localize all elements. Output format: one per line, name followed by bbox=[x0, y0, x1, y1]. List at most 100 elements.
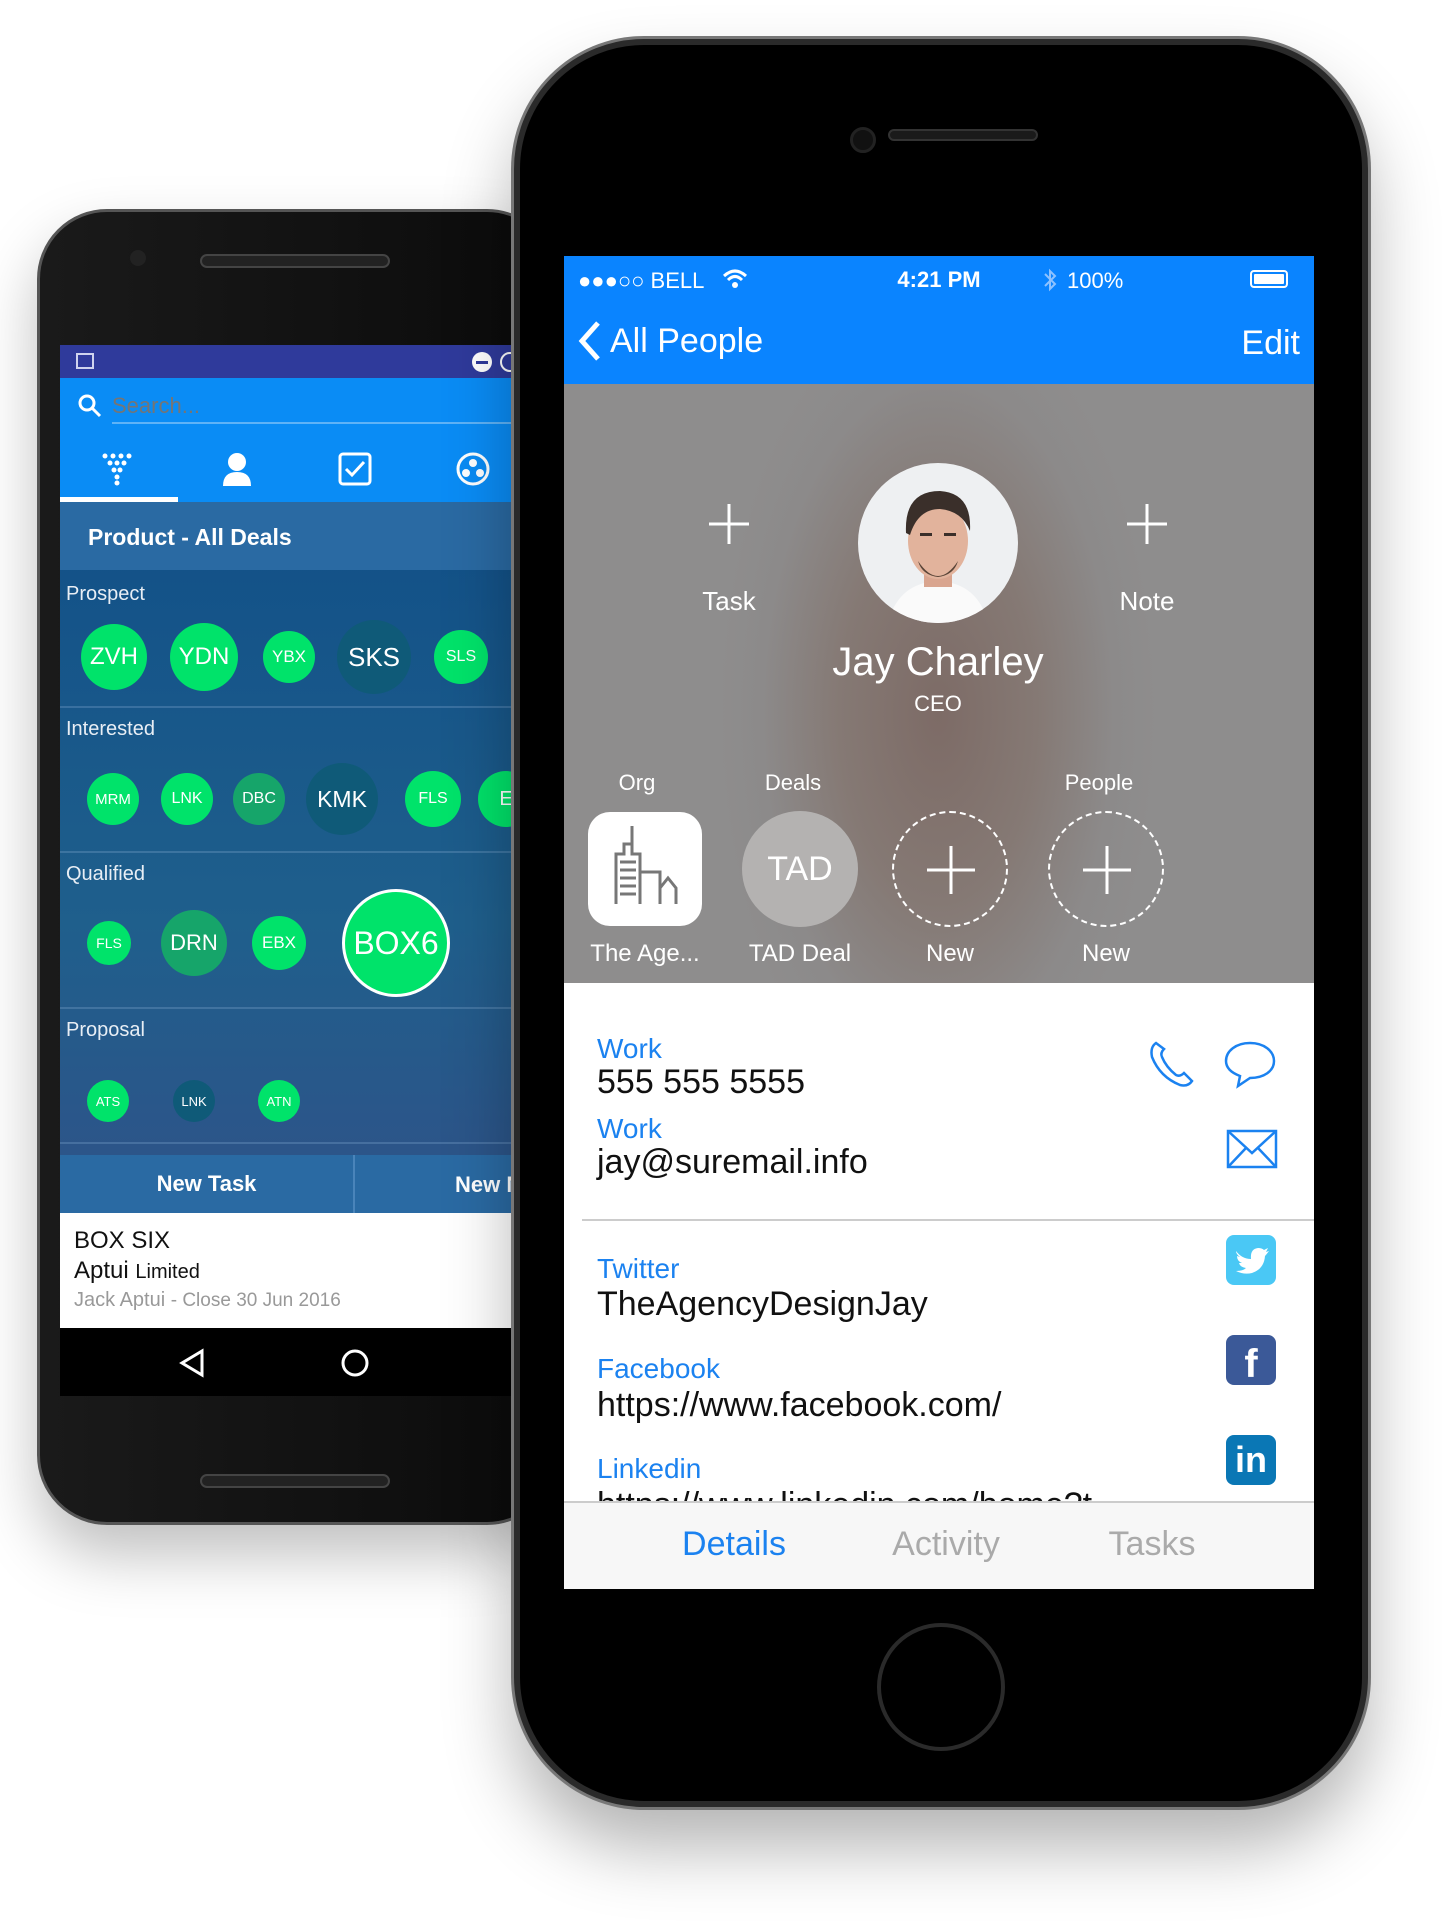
checkbox-icon bbox=[338, 452, 372, 485]
tab-people[interactable] bbox=[178, 435, 296, 502]
stage-label: Interested bbox=[66, 718, 155, 740]
back-button[interactable]: All People bbox=[576, 320, 763, 362]
deal-tile[interactable]: TAD bbox=[742, 811, 858, 927]
plus-icon bbox=[927, 846, 975, 894]
deal-chip[interactable]: LNK bbox=[173, 1080, 215, 1122]
ios-status-bar: ●●●○○ BELL 4:21 PM 100% bbox=[564, 256, 1314, 304]
search-icon bbox=[78, 394, 102, 418]
linkedin-label: Linkedin bbox=[597, 1453, 702, 1484]
new-task-button[interactable]: New Task bbox=[60, 1155, 355, 1213]
phone-label: Work bbox=[597, 1033, 662, 1064]
facebook-icon[interactable]: f bbox=[1226, 1335, 1276, 1385]
avatar[interactable] bbox=[858, 463, 1018, 623]
tab-details[interactable]: Details bbox=[682, 1525, 786, 1564]
search-bar[interactable] bbox=[60, 378, 520, 435]
deal-chip[interactable]: MRM bbox=[87, 773, 139, 825]
tab-deals[interactable] bbox=[60, 435, 178, 502]
pipeline-title: Product - All Deals bbox=[60, 502, 520, 570]
tab-groups[interactable] bbox=[414, 435, 520, 502]
details-list: Work 555 555 5555 Work jay@suremail.info… bbox=[564, 983, 1314, 1524]
edit-button[interactable]: Edit bbox=[1241, 324, 1300, 363]
mail-icon[interactable] bbox=[1226, 1129, 1278, 1169]
linkedin-icon[interactable]: in bbox=[1226, 1435, 1276, 1485]
phone-icon[interactable] bbox=[1148, 1039, 1194, 1089]
android-status-bar bbox=[60, 345, 520, 378]
deals-header: Deals bbox=[764, 770, 822, 795]
stage-label: Prospect bbox=[66, 583, 145, 605]
home-button[interactable] bbox=[877, 1623, 1005, 1751]
plus-icon bbox=[1127, 504, 1167, 544]
camera bbox=[130, 250, 146, 266]
deal-chip[interactable]: SLS bbox=[434, 630, 488, 684]
email-value[interactable]: jay@suremail.info bbox=[597, 1143, 868, 1182]
add-note-button[interactable] bbox=[1127, 504, 1167, 544]
message-icon[interactable] bbox=[1224, 1039, 1276, 1089]
deal-chip[interactable]: SKS bbox=[337, 620, 411, 694]
search-input[interactable] bbox=[112, 390, 512, 424]
group-icon bbox=[456, 452, 490, 485]
back-icon[interactable] bbox=[178, 1348, 206, 1378]
back-label: All People bbox=[610, 321, 764, 360]
deal-chip[interactable]: FLS bbox=[87, 921, 131, 965]
chevron-left-icon bbox=[578, 321, 600, 361]
deal-chip[interactable]: ATS bbox=[87, 1080, 129, 1122]
person-icon bbox=[223, 452, 251, 486]
twitter-value[interactable]: TheAgencyDesignJay bbox=[597, 1285, 928, 1324]
deal-company: Aptui bbox=[74, 1257, 129, 1284]
deal-chip[interactable]: DRN bbox=[161, 910, 227, 976]
stage-divider bbox=[60, 1142, 520, 1144]
facebook-value[interactable]: https://www.facebook.com/ bbox=[597, 1386, 1001, 1425]
bluetooth-icon bbox=[1044, 268, 1057, 292]
new-deal-button[interactable] bbox=[892, 811, 1008, 927]
twitter-label: Twitter bbox=[597, 1253, 680, 1284]
new-note-button[interactable]: New N bbox=[455, 1172, 520, 1198]
tab-tasks[interactable]: Tasks bbox=[1109, 1525, 1196, 1564]
deal-chip[interactable]: ZVH bbox=[81, 624, 147, 690]
image-icon bbox=[76, 353, 94, 369]
plus-icon bbox=[1083, 846, 1131, 894]
facebook-label: Facebook bbox=[597, 1353, 720, 1384]
org-tile[interactable] bbox=[588, 812, 702, 926]
stage-divider bbox=[60, 1007, 520, 1009]
deal-chip[interactable]: DBC bbox=[233, 773, 285, 825]
deal-contact: Jack Aptui bbox=[74, 1289, 166, 1311]
org-header: Org bbox=[618, 770, 656, 795]
deal-company-suffix: Limited bbox=[135, 1261, 200, 1283]
speaker-grille-bottom bbox=[200, 1474, 390, 1488]
deal-label: TAD Deal bbox=[748, 940, 852, 967]
add-note-label: Note bbox=[1119, 586, 1175, 616]
email-label: Work bbox=[597, 1113, 662, 1144]
dnd-icon bbox=[472, 352, 492, 372]
deal-title: BOX SIX bbox=[74, 1227, 171, 1254]
front-camera bbox=[850, 127, 876, 153]
tab-tasks[interactable] bbox=[296, 435, 414, 502]
battery-percent: 100% bbox=[1067, 268, 1124, 293]
deal-chip[interactable]: LNK bbox=[161, 773, 213, 825]
deal-chip[interactable]: YDN bbox=[170, 623, 238, 691]
deal-chip[interactable]: BOX6 bbox=[342, 889, 450, 997]
tab-activity[interactable]: Activity bbox=[892, 1525, 1000, 1564]
deal-chip[interactable]: FLS bbox=[405, 771, 461, 827]
add-task-button[interactable] bbox=[709, 504, 749, 544]
deal-chip[interactable]: YBX bbox=[263, 631, 315, 683]
deal-chip[interactable]: EBX bbox=[252, 916, 306, 970]
twitter-icon[interactable] bbox=[1226, 1235, 1276, 1285]
android-screen: Product - All Deals Prospect ZVH YDN YBX SKS… bbox=[60, 345, 520, 1396]
android-tab-bar bbox=[60, 435, 520, 502]
new-person-label: New bbox=[1081, 940, 1131, 967]
carrier-signal: ●●●○○ BELL bbox=[578, 268, 705, 293]
deal-chip[interactable]: KMK bbox=[306, 763, 378, 835]
phone-value[interactable]: 555 555 5555 bbox=[597, 1063, 805, 1102]
deal-card[interactable]: BOX SIX Aptui Limited Jack Aptui - Close… bbox=[60, 1213, 520, 1328]
ios-tab-bar: Details Activity Tasks bbox=[564, 1501, 1314, 1589]
status-time: 4:21 PM bbox=[897, 267, 981, 292]
earpiece bbox=[888, 129, 1038, 141]
android-nav-bar bbox=[60, 1328, 520, 1396]
profile-header: Task Note Jay Charley CEO Org Deals Peop… bbox=[564, 384, 1314, 983]
home-icon[interactable] bbox=[340, 1348, 370, 1378]
org-label: The Age... bbox=[590, 940, 700, 967]
deal-chip[interactable]: ATN bbox=[258, 1080, 300, 1122]
plus-icon bbox=[709, 504, 749, 544]
new-person-button[interactable] bbox=[1048, 811, 1164, 927]
android-action-bar: New Task New N bbox=[60, 1155, 520, 1213]
